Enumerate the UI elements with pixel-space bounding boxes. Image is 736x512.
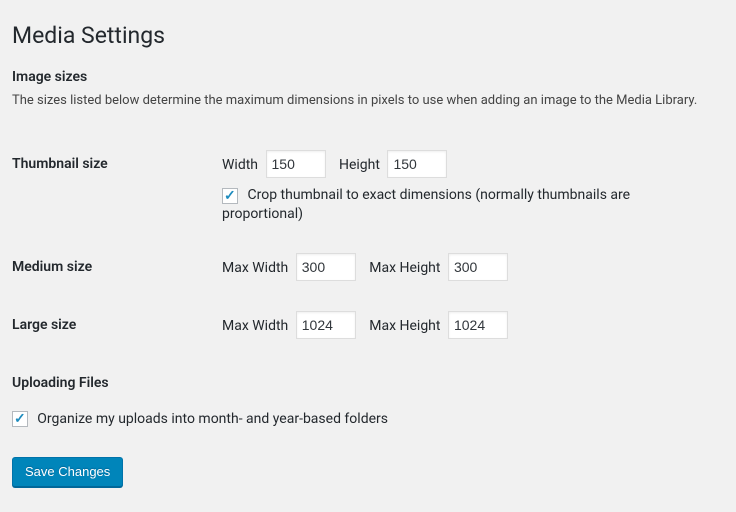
thumbnail-row: Thumbnail size Width Height Crop thumbna…: [12, 135, 716, 238]
large-max-height-label: Max Height: [369, 318, 440, 334]
thumbnail-width-label: Width: [222, 157, 258, 173]
large-max-width-label: Max Width: [222, 318, 288, 334]
medium-row: Medium size Max Width Max Height: [12, 238, 716, 296]
thumbnail-crop-checkbox[interactable]: [222, 188, 238, 204]
save-changes-button[interactable]: Save Changes: [12, 457, 123, 487]
medium-label: Medium size: [12, 238, 212, 296]
image-sizes-table: Thumbnail size Width Height Crop thumbna…: [12, 135, 716, 354]
thumbnail-height-label: Height: [339, 157, 380, 173]
organize-uploads-label: Organize my uploads into month- and year…: [37, 411, 388, 427]
large-max-width-input[interactable]: [296, 311, 356, 339]
organize-uploads-checkbox[interactable]: [12, 411, 28, 427]
image-sizes-heading: Image sizes: [12, 69, 716, 85]
medium-max-width-label: Max Width: [222, 260, 288, 276]
large-row: Large size Max Width Max Height: [12, 296, 716, 354]
large-label: Large size: [12, 296, 212, 354]
uploading-files-heading: Uploading Files: [12, 375, 716, 391]
page-title: Media Settings: [12, 12, 716, 55]
large-max-height-input[interactable]: [448, 311, 508, 339]
thumbnail-width-input[interactable]: [266, 150, 326, 178]
image-sizes-description: The sizes listed below determine the max…: [12, 91, 716, 111]
thumbnail-crop-label: Crop thumbnail to exact dimensions (norm…: [222, 188, 630, 222]
thumbnail-label: Thumbnail size: [12, 135, 212, 238]
thumbnail-height-input[interactable]: [387, 150, 447, 178]
medium-max-width-input[interactable]: [296, 253, 356, 281]
medium-max-height-label: Max Height: [369, 260, 440, 276]
medium-max-height-input[interactable]: [448, 253, 508, 281]
